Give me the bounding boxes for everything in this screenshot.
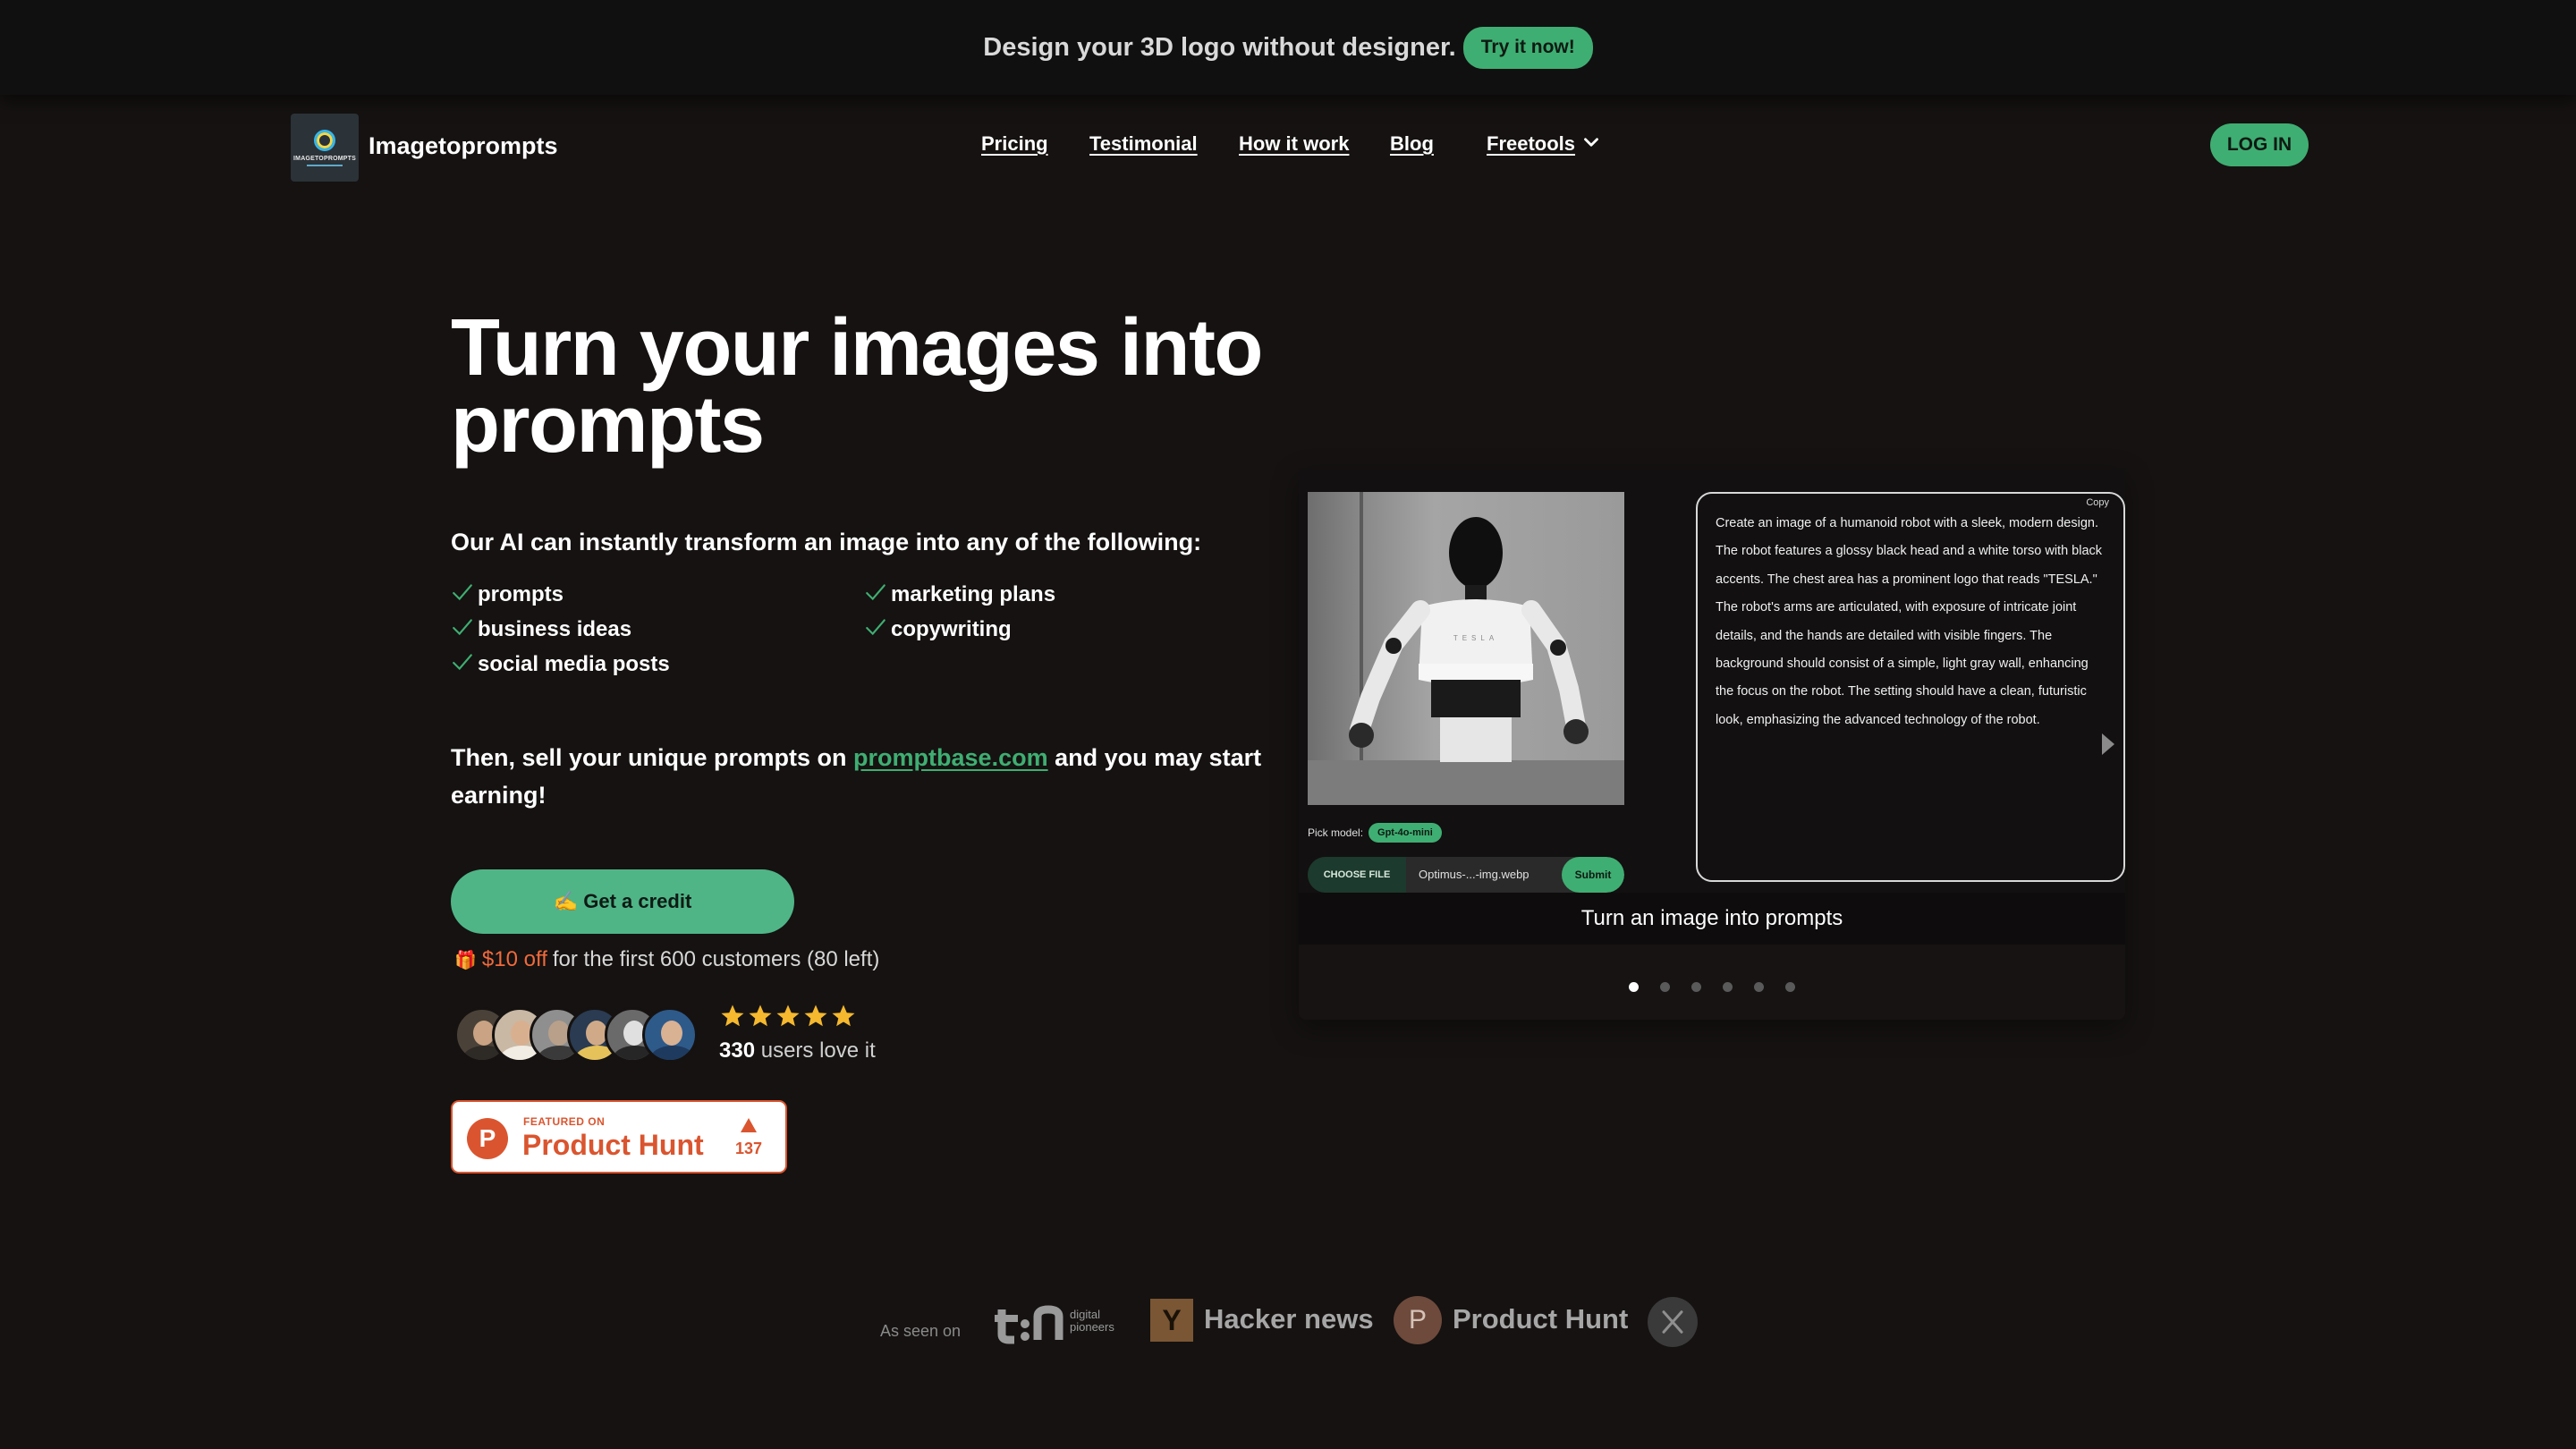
file-name: Optimus-...-img.webp (1419, 868, 1530, 881)
users-love-text: 330 users love it (719, 1038, 876, 1063)
logo-mark-icon (314, 129, 335, 151)
feature-item: prompts (451, 582, 564, 607)
rating-stars (719, 1003, 858, 1030)
prompt-output-box: Copy Create an image of a humanoid robot… (1696, 492, 2125, 882)
producthunt-featured-label: FEATURED ON (523, 1115, 606, 1128)
offer-detail: for the first 600 customers (80 left) (552, 947, 880, 971)
offer-discount: $10 off (481, 947, 547, 971)
nav-link-freetools[interactable]: Freetools (1487, 132, 1575, 156)
logo-wordmark: IMAGETOPROMPTS (293, 155, 356, 162)
try-it-now-button[interactable]: Try it now! (1462, 26, 1593, 69)
chevron-down-icon[interactable] (1580, 131, 1603, 154)
producthunt-upvote-count: 137 (734, 1140, 763, 1157)
producthunt-logo-icon: P (1394, 1296, 1442, 1344)
choose-file-button[interactable]: CHOOSE FILE (1308, 857, 1406, 893)
star-icon (832, 1004, 855, 1027)
feature-item: business ideas (451, 617, 631, 642)
avatar (642, 1007, 698, 1063)
tn-subtitle: digital pioneers (1070, 1308, 1114, 1334)
pick-model-label: Pick model: (1308, 826, 1364, 839)
producthunt-badge[interactable]: P FEATURED ON Product Hunt 137 (451, 1100, 787, 1174)
model-select[interactable]: Gpt-4o-mini (1368, 823, 1442, 843)
carousel-dot[interactable] (1785, 982, 1795, 992)
prompt-output-text: Create an image of a humanoid robot with… (1716, 516, 2103, 727)
banner-text: Design your 3D logo without designer. (983, 32, 1456, 62)
star-icon (721, 1004, 744, 1027)
nav-link-how-it-work[interactable]: How it work (1239, 132, 1349, 156)
hacker-news-icon: Y (1150, 1299, 1193, 1342)
producthunt-icon: P (467, 1118, 508, 1159)
feature-item: marketing plans (864, 582, 1055, 607)
promptbase-link[interactable]: promptbase.com (853, 744, 1048, 771)
hacker-news-label: Hacker news (1204, 1303, 1374, 1335)
producthunt-name: Product Hunt (522, 1129, 704, 1161)
slide-caption: Turn an image into prompts (1299, 893, 2125, 945)
gift-icon: 🎁 (454, 950, 477, 970)
carousel-dot[interactable] (1723, 982, 1733, 992)
nav-link-testimonial[interactable]: Testimonial (1089, 132, 1198, 156)
tn-logo-icon (995, 1305, 1063, 1344)
carousel-dots (1299, 982, 2125, 992)
pick-model: Pick model: Gpt-4o-mini (1308, 823, 1442, 843)
offer-text: 🎁 $10 off for the first 600 customers (8… (454, 947, 879, 972)
carousel-slide: TESLA Pick model: Gpt-4o-mini CHOOSE FIL… (1299, 469, 2125, 893)
carousel-dot[interactable] (1691, 982, 1701, 992)
nav-link-pricing[interactable]: Pricing (981, 132, 1048, 156)
check-icon (453, 619, 472, 636)
brand-name[interactable]: Imagetoprompts (369, 132, 558, 160)
carousel-next-icon[interactable] (2102, 733, 2114, 755)
carousel-dot[interactable] (1754, 982, 1764, 992)
check-icon (453, 584, 472, 601)
submit-button[interactable]: Submit (1562, 857, 1624, 893)
site-logo[interactable]: IMAGETOPROMPTS (291, 114, 359, 182)
check-icon (866, 619, 886, 636)
demo-carousel: TESLA Pick model: Gpt-4o-mini CHOOSE FIL… (1299, 469, 2125, 1020)
hero-subhead: Our AI can instantly transform an image … (451, 529, 1202, 555)
feature-item: social media posts (451, 652, 670, 677)
carousel-dot[interactable] (1629, 982, 1639, 992)
producthunt-label: Product Hunt (1453, 1303, 1629, 1335)
user-avatars (454, 1007, 705, 1064)
announcement-banner: Design your 3D logo without designer. Tr… (0, 0, 2576, 95)
carousel-dot[interactable] (1660, 982, 1670, 992)
get-credit-button[interactable]: ✍️ Get a credit (451, 869, 794, 934)
star-icon (749, 1004, 772, 1027)
robot-image: TESLA (1308, 492, 1624, 805)
check-icon (453, 654, 472, 671)
star-icon (776, 1004, 800, 1027)
robot-chest-text: TESLA (1453, 634, 1498, 642)
feature-item: copywriting (864, 617, 1012, 642)
upvote-arrow-icon (741, 1118, 757, 1132)
users-count: 330 (719, 1038, 756, 1063)
hero-title: Turn your images into prompts (451, 303, 1263, 470)
file-upload-row: CHOOSE FILE Optimus-...-img.webp Submit (1308, 857, 1624, 893)
star-icon (804, 1004, 827, 1027)
copy-button[interactable]: Copy (2086, 497, 2109, 508)
sell-text: Then, sell your unique prompts on prompt… (451, 744, 1262, 809)
check-icon (866, 584, 886, 601)
nav-link-blog[interactable]: Blog (1390, 132, 1434, 156)
login-button[interactable]: LOG IN (2210, 123, 2309, 166)
x-logo-icon (1648, 1297, 1698, 1347)
as-seen-on-label: As seen on (880, 1322, 962, 1340)
